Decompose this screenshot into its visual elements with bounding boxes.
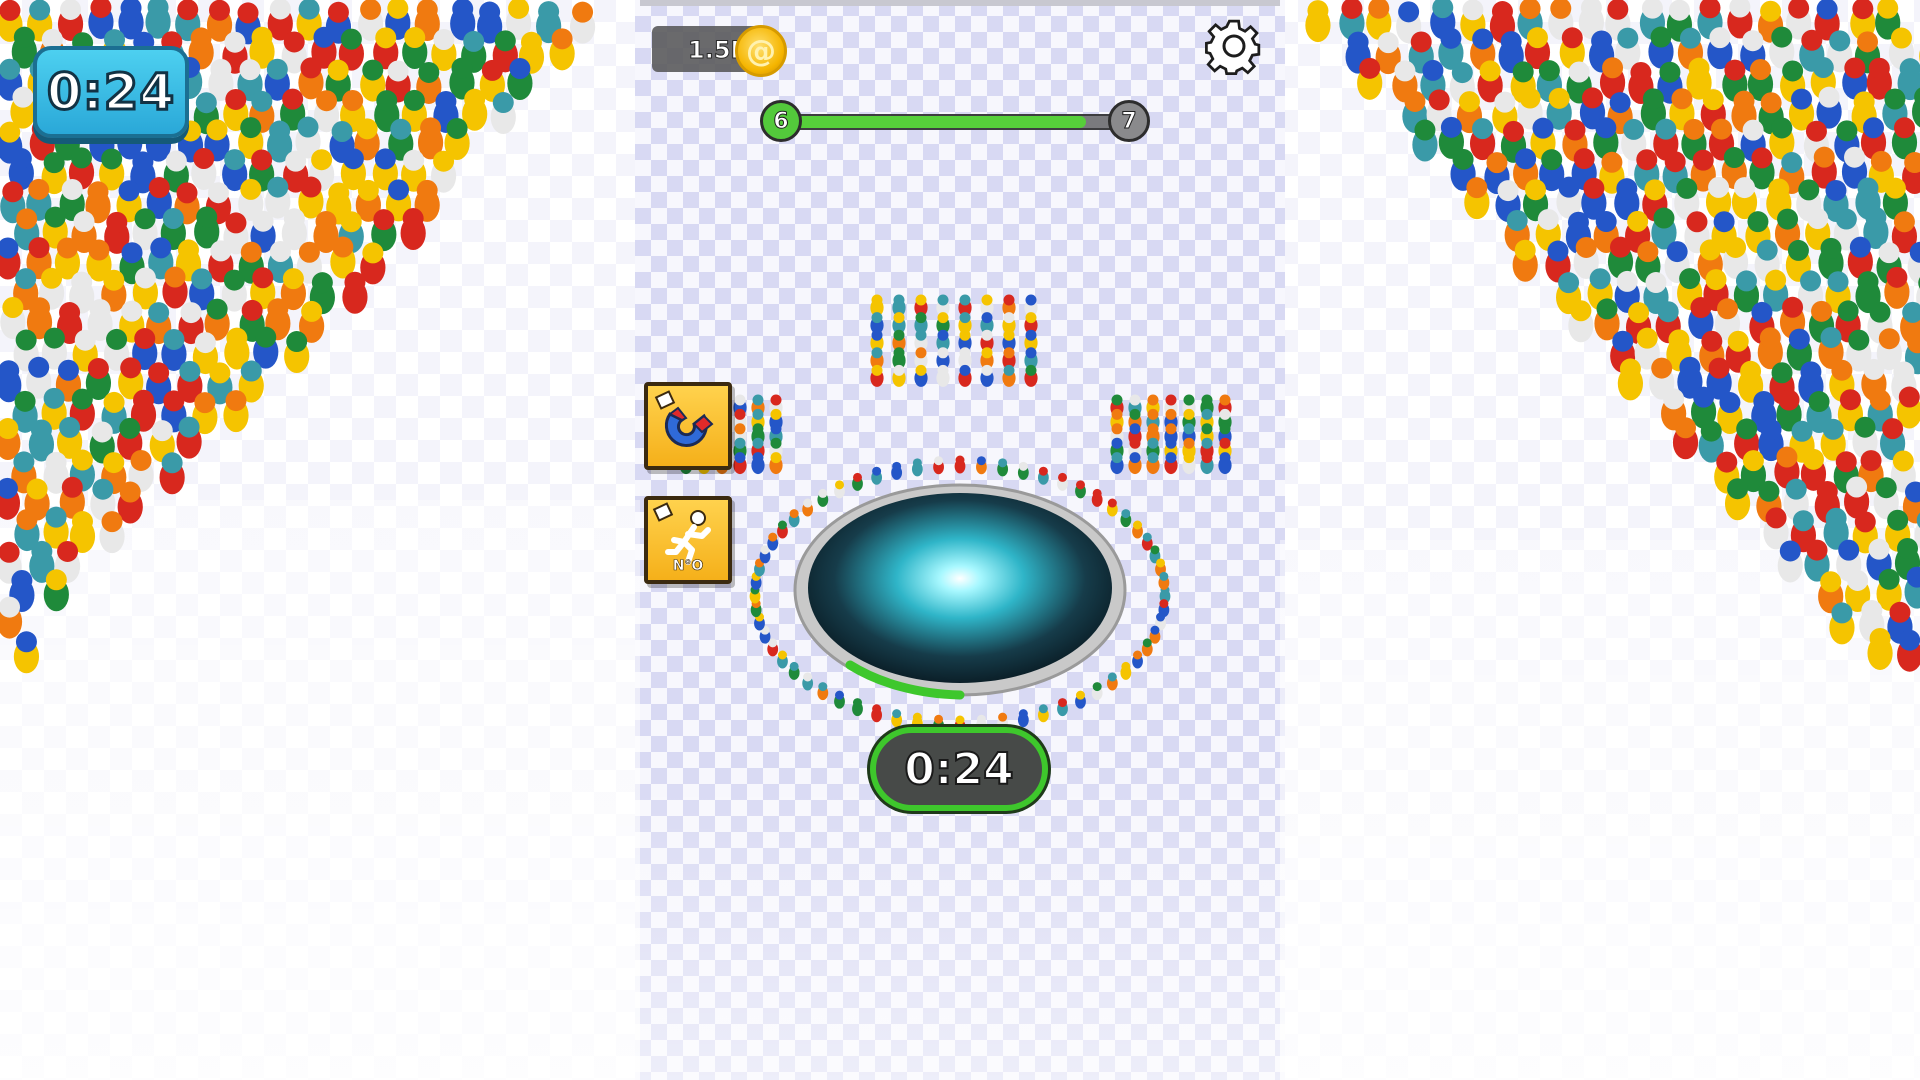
gear-icon[interactable] — [1204, 16, 1264, 76]
crowd-person — [1568, 300, 1594, 343]
magnet-powerup-button[interactable] — [644, 382, 732, 470]
crowd-person — [1357, 57, 1383, 100]
soldier — [933, 456, 944, 475]
soldier — [891, 461, 903, 480]
crowd-person — [400, 208, 426, 251]
coin-icon: @ — [735, 25, 787, 77]
speed-powerup-label: N°O — [672, 558, 704, 575]
level-progress: 6 7 — [760, 100, 1150, 144]
black-hole[interactable] — [790, 480, 1130, 700]
crowd-person — [284, 331, 310, 374]
soldier — [1158, 571, 1170, 590]
crowd-person — [1897, 629, 1920, 672]
crowd-person — [1617, 358, 1644, 401]
crowd-person — [176, 416, 202, 459]
crowd-person — [1829, 602, 1855, 645]
crowd-person — [13, 631, 40, 674]
soldier — [976, 456, 987, 475]
squad-member — [1218, 452, 1232, 475]
squad-member — [914, 364, 928, 387]
crowd-person — [342, 271, 368, 314]
soldier — [852, 698, 863, 717]
soldier — [1057, 698, 1068, 717]
squad-member — [892, 364, 906, 387]
hole-core — [808, 493, 1112, 683]
progress-fill — [782, 116, 1087, 128]
soldier — [777, 520, 788, 539]
crowd-person — [159, 452, 185, 495]
soldier — [1132, 520, 1143, 539]
soldier — [777, 650, 788, 669]
squad-member — [769, 452, 783, 475]
crowd-person — [330, 236, 356, 279]
squad-member — [1002, 364, 1016, 387]
squad-member — [1182, 452, 1196, 475]
squad-member — [870, 364, 884, 387]
squad-member — [1128, 452, 1142, 475]
soldier — [954, 455, 966, 474]
crowd-person — [569, 1, 596, 44]
progress-track — [780, 114, 1130, 130]
squad-member — [980, 364, 994, 387]
squad-member — [751, 452, 765, 475]
crowd-person — [191, 148, 217, 191]
crowd-person — [10, 86, 36, 129]
soldier — [1037, 704, 1049, 723]
soldier — [1141, 638, 1153, 657]
soldier — [1017, 461, 1029, 480]
crowd-person — [1867, 627, 1893, 670]
crowd-person — [1412, 119, 1438, 162]
soldier — [911, 458, 923, 477]
crowd-person — [490, 92, 516, 135]
squad-member — [733, 452, 747, 475]
squad-member — [1164, 452, 1178, 475]
track-top-edge — [640, 0, 1280, 6]
crowd-person — [549, 28, 575, 71]
crowd-person — [1512, 239, 1538, 282]
current-level-badge: 6 — [760, 100, 802, 142]
crowd-person — [507, 58, 533, 101]
crowd-person — [1464, 177, 1490, 220]
crowd-person — [223, 390, 249, 433]
squad-member — [1146, 452, 1160, 475]
next-level-badge: 7 — [1108, 100, 1150, 142]
soldier — [1132, 650, 1143, 669]
squad-member — [958, 364, 972, 387]
squad-member — [1110, 452, 1124, 475]
crowd-person — [162, 266, 188, 309]
crowd-person — [1305, 0, 1331, 43]
crowd-person — [43, 569, 69, 612]
crowd-person — [1672, 417, 1699, 460]
squad-member — [936, 364, 950, 387]
crowd-person — [0, 477, 21, 520]
level-timer: 0:24 — [33, 46, 189, 138]
crowd-person — [1777, 540, 1803, 583]
crowd-person — [99, 511, 125, 554]
speed-powerup-button[interactable]: N°O — [644, 496, 732, 584]
level-timer-text: 0:24 — [45, 62, 176, 123]
magnet-icon — [654, 390, 714, 447]
crowd-right — [1305, 0, 1920, 672]
hole-timer-text: 0:24 — [903, 743, 1014, 796]
squad-member — [1200, 452, 1214, 475]
squad-member — [1024, 364, 1038, 387]
crowd-person — [402, 27, 428, 70]
crowd-person — [1884, 266, 1910, 309]
crowd-person — [1724, 478, 1751, 521]
hole-timer: 0:24 — [870, 727, 1048, 811]
soldier — [997, 458, 1009, 477]
soldier — [767, 532, 779, 551]
soldier — [871, 704, 883, 723]
soldier — [1017, 709, 1029, 728]
crowd-person — [0, 596, 23, 639]
soldier — [891, 709, 903, 728]
